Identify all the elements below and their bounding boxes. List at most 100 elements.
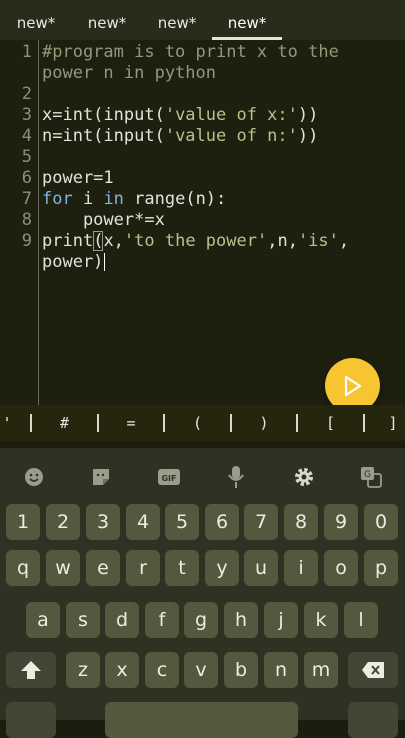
code-token: x=int(input( bbox=[42, 105, 165, 125]
translate-icon[interactable]: G bbox=[356, 462, 386, 492]
key-v[interactable]: v bbox=[184, 652, 218, 688]
code-token: , bbox=[338, 231, 350, 251]
key-e[interactable]: e bbox=[86, 550, 120, 586]
line-number: 5 bbox=[21, 147, 32, 167]
divider bbox=[362, 414, 365, 432]
space-bar[interactable] bbox=[105, 702, 298, 738]
line-number: 8 bbox=[21, 210, 32, 230]
symbol-key[interactable]: ] bbox=[381, 414, 405, 432]
line-number: 7 bbox=[21, 189, 32, 209]
symbol-key[interactable]: ( bbox=[182, 414, 214, 432]
key-8[interactable]: 8 bbox=[284, 504, 318, 540]
key-h[interactable]: h bbox=[224, 602, 258, 638]
code-line-7: for i in range(n): bbox=[42, 189, 226, 209]
code-line-1: #program is to print x to the bbox=[42, 42, 339, 62]
code-editor[interactable]: 1 2 3 4 5 6 7 8 9 #program is to print x… bbox=[0, 40, 405, 405]
key-u[interactable]: u bbox=[244, 550, 278, 586]
key-p[interactable]: p bbox=[364, 550, 398, 586]
key-n[interactable]: n bbox=[264, 652, 298, 688]
line-number: 4 bbox=[21, 126, 32, 146]
string-token: 'value of x:' bbox=[164, 105, 298, 125]
key-7[interactable]: 7 bbox=[244, 504, 278, 540]
key-w[interactable]: w bbox=[46, 550, 80, 586]
line-number: 9 bbox=[21, 231, 32, 251]
matched-bracket: ( bbox=[93, 231, 104, 251]
key-2[interactable]: 2 bbox=[46, 504, 80, 540]
symbol-key[interactable]: ' bbox=[0, 414, 14, 432]
code-line-9: print(x,'to the power',n,'is', bbox=[42, 231, 349, 251]
key-j[interactable]: j bbox=[264, 602, 298, 638]
code-token: range(n): bbox=[123, 189, 227, 209]
code-line-1-wrap: power n in python bbox=[42, 63, 216, 83]
key-z[interactable]: z bbox=[66, 652, 100, 688]
soft-keyboard: GIF G 1 2 3 4 5 6 7 8 9 0 q w e r t y u … bbox=[0, 448, 405, 738]
key-3[interactable]: 3 bbox=[86, 504, 120, 540]
emoji-icon[interactable] bbox=[19, 462, 49, 492]
tab-1[interactable]: new* bbox=[0, 0, 72, 40]
enter-key[interactable] bbox=[348, 702, 398, 738]
symbol-key[interactable]: = bbox=[115, 414, 147, 432]
key-r[interactable]: r bbox=[126, 550, 160, 586]
key-l[interactable]: l bbox=[344, 602, 378, 638]
key-k[interactable]: k bbox=[304, 602, 338, 638]
gif-icon[interactable]: GIF bbox=[154, 462, 184, 492]
key-t[interactable]: t bbox=[165, 550, 199, 586]
key-6[interactable]: 6 bbox=[205, 504, 239, 540]
line-number: 2 bbox=[21, 84, 32, 104]
key-s[interactable]: s bbox=[66, 602, 100, 638]
key-9[interactable]: 9 bbox=[324, 504, 358, 540]
backspace-key[interactable] bbox=[348, 652, 398, 688]
code-line-8: power*=x bbox=[42, 210, 165, 230]
symbol-key[interactable]: [ bbox=[315, 414, 347, 432]
string-token: 'value of n:' bbox=[164, 126, 298, 146]
string-token: 'is' bbox=[297, 231, 339, 251]
key-0[interactable]: 0 bbox=[364, 504, 398, 540]
code-line-6: power=1 bbox=[42, 168, 114, 188]
sticker-icon[interactable] bbox=[86, 462, 116, 492]
play-icon bbox=[344, 375, 362, 397]
key-m[interactable]: m bbox=[304, 652, 338, 688]
keyword-token: in bbox=[103, 189, 124, 209]
code-token: ,n, bbox=[267, 231, 298, 251]
key-1[interactable]: 1 bbox=[6, 504, 40, 540]
key-4[interactable]: 4 bbox=[126, 504, 160, 540]
code-token: )) bbox=[297, 105, 319, 125]
key-g[interactable]: g bbox=[184, 602, 218, 638]
code-line-3: x=int(input('value of x:')) bbox=[42, 105, 318, 125]
key-b[interactable]: b bbox=[224, 652, 258, 688]
code-token: print bbox=[42, 231, 94, 251]
keyboard-toolbar: GIF G bbox=[0, 448, 405, 506]
code-token: )) bbox=[297, 126, 319, 146]
shift-key[interactable] bbox=[6, 652, 56, 688]
key-q[interactable]: q bbox=[6, 550, 40, 586]
code-token: x, bbox=[103, 231, 124, 251]
tab-bar: new* new* new* new* bbox=[0, 0, 405, 40]
line-number: 1 bbox=[21, 42, 32, 62]
key-5[interactable]: 5 bbox=[165, 504, 199, 540]
code-token: i bbox=[72, 189, 104, 209]
tab-3[interactable]: new* bbox=[142, 0, 212, 40]
line-gutter: 1 2 3 4 5 6 7 8 9 bbox=[0, 40, 39, 405]
settings-gear-icon[interactable] bbox=[289, 462, 319, 492]
key-c[interactable]: c bbox=[145, 652, 179, 688]
divider bbox=[296, 414, 299, 432]
divider bbox=[96, 414, 99, 432]
key-y[interactable]: y bbox=[205, 550, 239, 586]
key-i[interactable]: i bbox=[284, 550, 318, 586]
key-x[interactable]: x bbox=[105, 652, 139, 688]
tab-2[interactable]: new* bbox=[72, 0, 142, 40]
line-number: 6 bbox=[21, 168, 32, 188]
key-a[interactable]: a bbox=[26, 602, 60, 638]
symbol-key[interactable]: ) bbox=[248, 414, 280, 432]
code-line-4: n=int(input('value of n:')) bbox=[42, 126, 318, 146]
code-token: power) bbox=[42, 252, 104, 272]
symbol-key[interactable]: # bbox=[49, 414, 81, 432]
svg-text:GIF: GIF bbox=[161, 474, 176, 483]
key-f[interactable]: f bbox=[145, 602, 179, 638]
divider bbox=[229, 414, 232, 432]
symbols-key[interactable] bbox=[6, 702, 56, 738]
key-o[interactable]: o bbox=[324, 550, 358, 586]
key-d[interactable]: d bbox=[105, 602, 139, 638]
microphone-icon[interactable] bbox=[221, 462, 251, 492]
tab-4-active[interactable]: new* bbox=[212, 0, 282, 40]
